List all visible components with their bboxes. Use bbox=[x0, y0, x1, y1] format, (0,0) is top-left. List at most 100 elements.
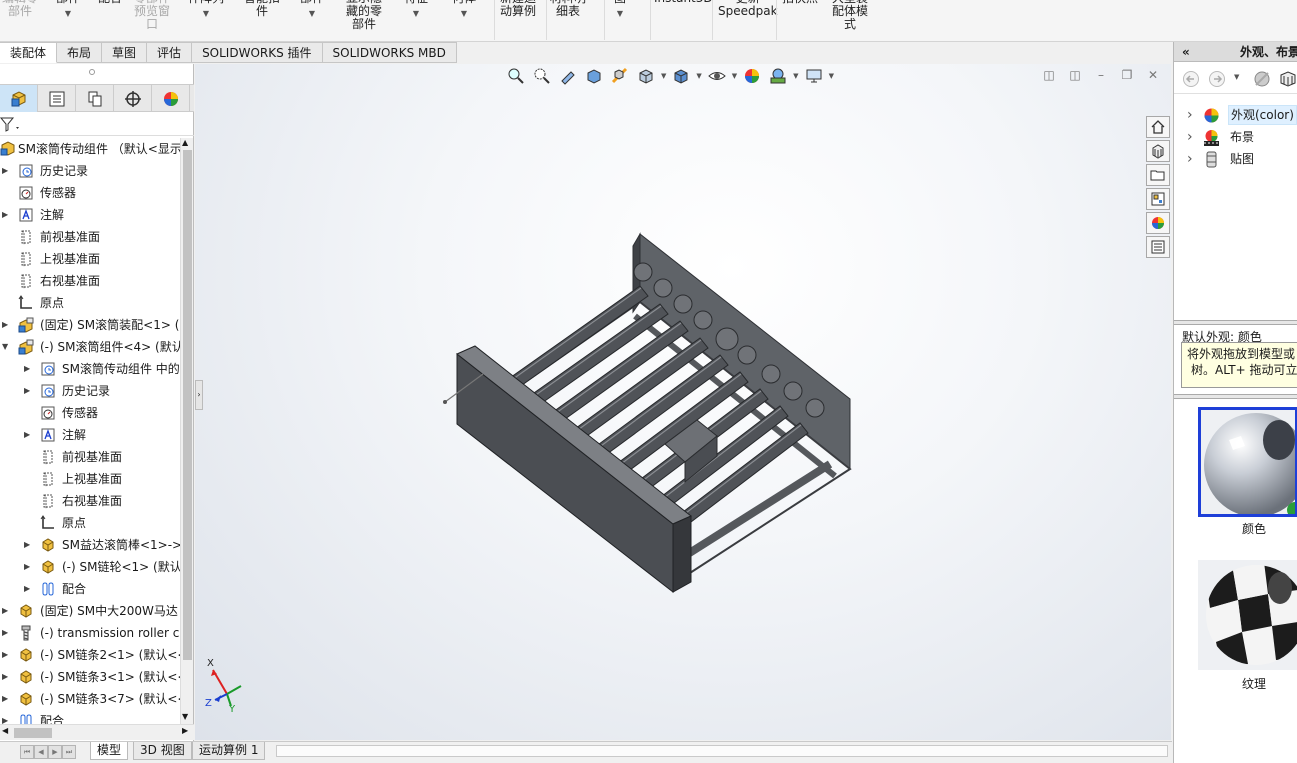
tree-item[interactable]: 右视基准面 bbox=[0, 490, 180, 512]
tree-item[interactable]: ▶ 历史记录 bbox=[0, 160, 180, 182]
minimize-icon[interactable]: – bbox=[1093, 67, 1109, 83]
feature-manager-tab[interactable] bbox=[0, 85, 38, 112]
ribbon-command-3[interactable]: 零部件预览窗口 bbox=[134, 0, 170, 31]
ribbon-command-7[interactable]: 显示隐藏的零部件 bbox=[346, 0, 382, 31]
apply-scene-button[interactable] bbox=[767, 65, 789, 87]
view-orientation-button[interactable] bbox=[635, 65, 657, 87]
add-to-library-icon[interactable] bbox=[1252, 69, 1272, 89]
prev-tab-icon[interactable]: ◀ bbox=[34, 745, 48, 759]
chevron-down-icon[interactable]: ▼ bbox=[732, 72, 737, 80]
scroll-thumb[interactable] bbox=[183, 150, 192, 660]
chevron-right-icon[interactable]: ▶ bbox=[24, 556, 34, 578]
forward-arrow-icon[interactable] bbox=[1208, 70, 1226, 88]
chevron-down-icon[interactable]: ▼ bbox=[661, 72, 666, 80]
task-tab-appearances[interactable] bbox=[1146, 212, 1170, 234]
hide-show-items-button[interactable] bbox=[706, 65, 728, 87]
tree-item[interactable]: 前视基准面 bbox=[0, 446, 180, 468]
tree-item[interactable]: ▶ SM益达滚筒棒<1>-> bbox=[0, 534, 180, 556]
ribbon-command-2[interactable]: 配合 bbox=[98, 0, 122, 5]
ribbon-command-14[interactable]: 更新Speedpak bbox=[718, 0, 778, 18]
chevron-right-icon[interactable]: ▶ bbox=[2, 314, 12, 336]
zoom-to-area-button[interactable] bbox=[531, 65, 553, 87]
task-tab-view-palette[interactable] bbox=[1146, 188, 1170, 210]
task-tab-home[interactable] bbox=[1146, 116, 1170, 138]
collapse-pane-icon[interactable]: « bbox=[1182, 42, 1190, 62]
appearance-tree-item[interactable]: › 布景 bbox=[1174, 126, 1297, 148]
task-tab-file-explorer[interactable] bbox=[1146, 164, 1170, 186]
ribbon-command-0[interactable]: 编辑零部件 bbox=[2, 0, 38, 18]
task-pane-splitter[interactable] bbox=[1174, 320, 1297, 325]
tree-item[interactable]: ▶ (-) SM链轮<1> (默认 bbox=[0, 556, 180, 578]
tree-item[interactable]: ▶ (-) SM链条2<1> (默认<< bbox=[0, 644, 180, 666]
tree-item[interactable]: ▶ (固定) SM滚筒装配<1> ( bbox=[0, 314, 180, 336]
scroll-left-icon[interactable]: ◀ bbox=[2, 726, 8, 735]
panel-collapse-handle[interactable]: › bbox=[195, 380, 203, 410]
chevron-down-icon[interactable]: ▼ bbox=[188, 7, 224, 20]
tree-item[interactable]: 前视基准面 bbox=[0, 226, 180, 248]
ribbon-command-6[interactable]: 部件 ▼ bbox=[300, 0, 324, 20]
tree-item[interactable]: ▶ (-) SM链条3<1> (默认<< bbox=[0, 666, 180, 688]
first-tab-icon[interactable]: ⏮ bbox=[20, 745, 34, 759]
chevron-right-icon[interactable]: ▶ bbox=[2, 710, 12, 724]
chevron-down-icon[interactable]: ▼ bbox=[452, 7, 476, 20]
section-view-button[interactable] bbox=[583, 65, 605, 87]
ribbon-command-12[interactable]: 图▼ bbox=[614, 0, 626, 20]
panel-splitter-handle[interactable] bbox=[89, 69, 95, 75]
ribbon-command-9[interactable]: 何体 ▼ bbox=[452, 0, 476, 20]
history-dropdown-icon[interactable]: ▼ bbox=[1234, 73, 1239, 81]
display-style-button[interactable] bbox=[670, 65, 692, 87]
chevron-down-icon[interactable]: ▼ bbox=[696, 72, 701, 80]
tree-item[interactable]: 原点 bbox=[0, 512, 180, 534]
ribbon-command-4[interactable]: 件阵列 ▼ bbox=[188, 0, 224, 20]
scroll-up-icon[interactable]: ▲ bbox=[182, 138, 188, 147]
configuration-manager-tab[interactable] bbox=[76, 85, 114, 112]
appearance-swatch-texture[interactable] bbox=[1198, 560, 1297, 670]
tab-assembly[interactable]: 装配体 bbox=[0, 42, 58, 63]
filter-icon[interactable] bbox=[0, 115, 22, 135]
previous-view-button[interactable] bbox=[557, 65, 579, 87]
tree-item[interactable]: ▶ 配合 bbox=[0, 710, 180, 724]
appearance-tree-item[interactable]: › 贴图 bbox=[1174, 148, 1297, 170]
chevron-right-icon[interactable]: ▶ bbox=[2, 622, 12, 644]
tree-item[interactable]: ▶ (固定) SM中大200W马达 bbox=[0, 600, 180, 622]
dynamic-annotation-button[interactable] bbox=[609, 65, 631, 87]
restore-icon[interactable]: ❐ bbox=[1119, 67, 1135, 83]
chevron-down-icon[interactable]: ▼ bbox=[829, 72, 834, 80]
tree-item[interactable]: ▶ SM滚筒传动组件 中的 bbox=[0, 358, 180, 380]
tree-item[interactable]: 右视基准面 bbox=[0, 270, 180, 292]
tree-filter[interactable] bbox=[0, 114, 194, 136]
tree-item[interactable]: ▶ 历史记录 bbox=[0, 380, 180, 402]
close-icon[interactable]: ✕ bbox=[1145, 67, 1161, 83]
tree-item[interactable]: 上视基准面 bbox=[0, 248, 180, 270]
roller-conveyor-model[interactable] bbox=[435, 224, 865, 594]
chevron-down-icon[interactable]: ▼ bbox=[793, 72, 798, 80]
panel-left-icon[interactable]: ◫ bbox=[1041, 67, 1057, 83]
tree-item[interactable]: 上视基准面 bbox=[0, 468, 180, 490]
tree-item[interactable]: ▶ (-) SM链条3<7> (默认<< bbox=[0, 688, 180, 710]
chevron-down-icon[interactable]: ▼ bbox=[404, 7, 428, 20]
hscroll-thumb[interactable] bbox=[14, 728, 52, 738]
tab-layout[interactable]: 布局 bbox=[57, 42, 103, 63]
ribbon-command-5[interactable]: 智能扣件 bbox=[244, 0, 280, 18]
appearance-tree-item[interactable]: › 外观(color) bbox=[1174, 104, 1297, 126]
tree-vertical-scrollbar[interactable]: ▲ ▼ bbox=[180, 138, 193, 724]
chevron-down-icon[interactable]: ▼ bbox=[300, 7, 324, 20]
chevron-right-icon[interactable]: ▶ bbox=[2, 688, 12, 710]
last-tab-icon[interactable]: ⏭ bbox=[62, 745, 76, 759]
tree-horizontal-scrollbar[interactable]: ◀ ▶ bbox=[0, 724, 194, 740]
ribbon-command-13[interactable]: Instant3D bbox=[654, 0, 713, 5]
chevron-right-icon[interactable]: ▶ bbox=[24, 534, 34, 556]
view-settings-button[interactable] bbox=[803, 65, 825, 87]
ribbon-command-10[interactable]: 新建运动算例 bbox=[500, 0, 536, 18]
tab-evaluate[interactable]: 评估 bbox=[147, 42, 193, 63]
chevron-right-icon[interactable]: ▶ bbox=[2, 204, 12, 226]
tab-model[interactable]: 模型 bbox=[90, 742, 129, 760]
scroll-right-icon[interactable]: ▶ bbox=[182, 726, 188, 735]
chevron-right-icon[interactable]: ▶ bbox=[24, 424, 34, 446]
chevron-right-icon[interactable]: ▶ bbox=[2, 600, 12, 622]
ribbon-command-15[interactable]: 拍快照 bbox=[782, 0, 818, 5]
chevron-down-icon[interactable]: ▼ bbox=[56, 7, 80, 20]
graphics-viewport[interactable]: ▼ ▼ ▼ ▼ ▼ ◫ ◫ – ❐ ✕ › X Y Z bbox=[195, 64, 1171, 740]
scroll-down-icon[interactable]: ▼ bbox=[182, 712, 188, 721]
ribbon-command-11[interactable]: 材料明细表 bbox=[550, 0, 586, 18]
